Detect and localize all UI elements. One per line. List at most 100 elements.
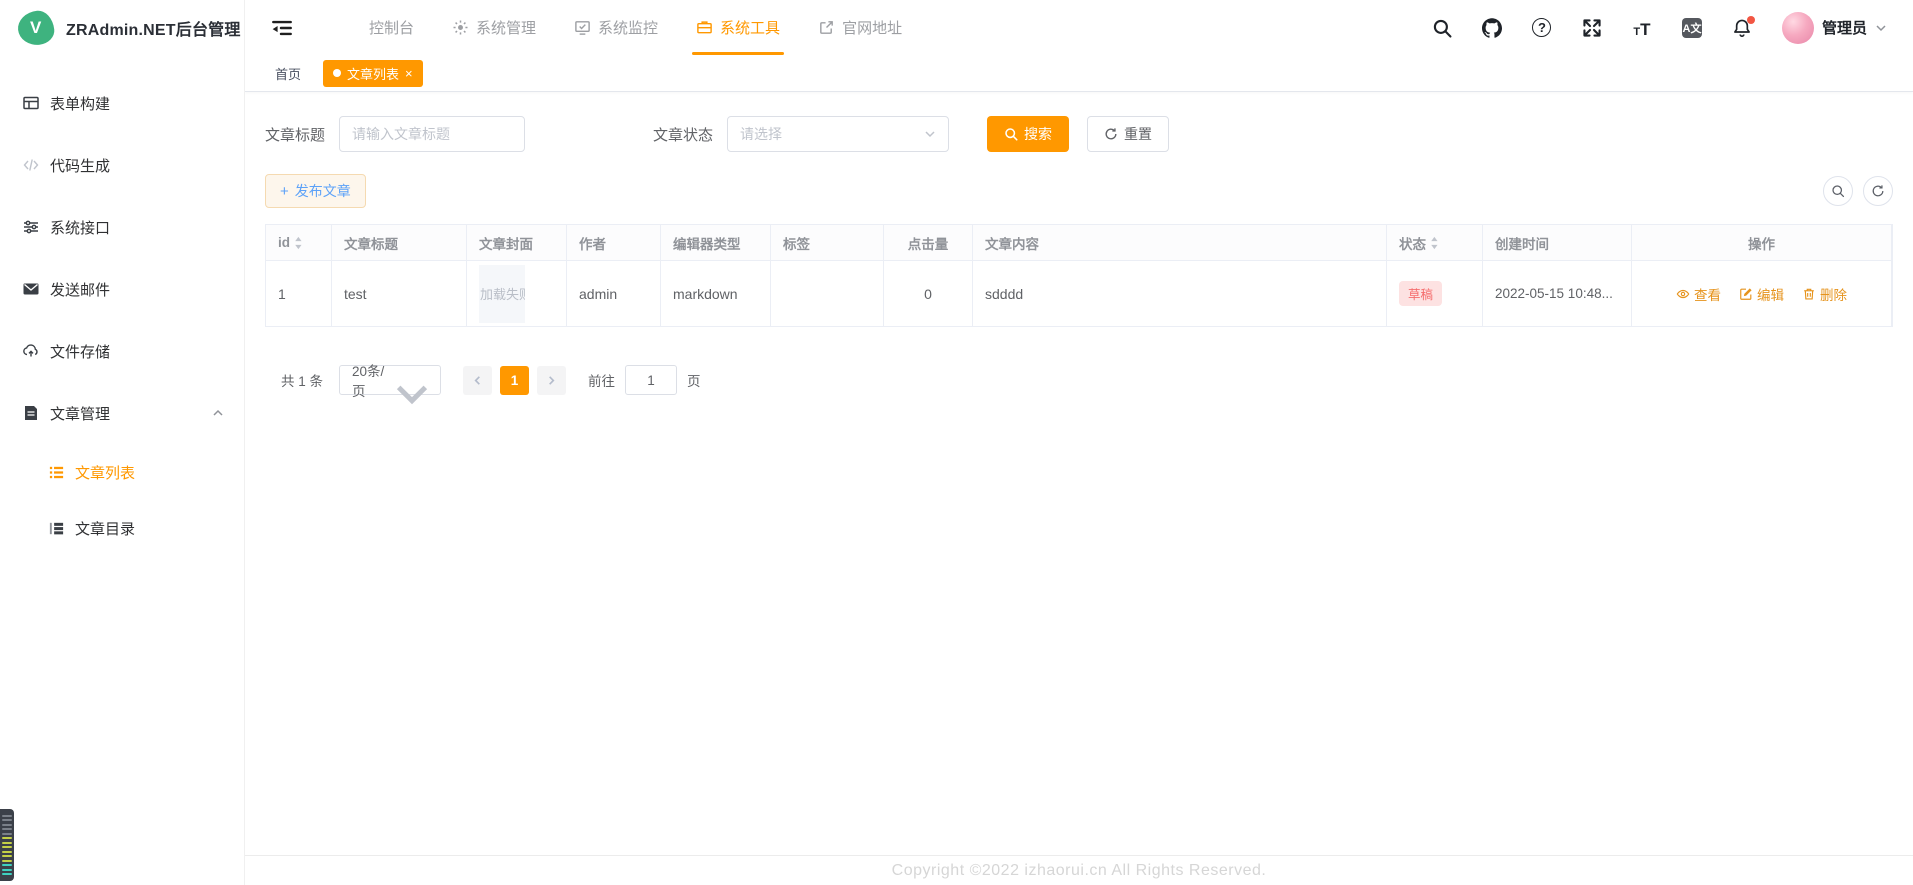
top-nav-tabs: 控制台 系统管理 系统监控: [355, 0, 916, 55]
reset-button[interactable]: 重置: [1087, 116, 1169, 152]
sidebar-item-label: 文件存储: [50, 341, 110, 362]
trash-icon: [1802, 287, 1816, 301]
tag-dot: [333, 69, 341, 77]
search-button[interactable]: 搜索: [987, 116, 1069, 152]
col-header-id[interactable]: id: [266, 225, 332, 261]
show-search-toggle-button[interactable]: [1823, 176, 1853, 206]
sidebar-item-form-builder[interactable]: 表单构建: [0, 72, 244, 134]
sidebar-collapse-icon[interactable]: [271, 17, 293, 39]
col-header-editor-type: 编辑器类型: [661, 225, 771, 261]
translate-icon[interactable]: A文: [1682, 18, 1702, 38]
avatar: [1782, 12, 1814, 44]
chevron-up-icon: [212, 407, 224, 419]
gear-icon: [452, 19, 469, 36]
article-status-select[interactable]: 请选择: [727, 116, 949, 152]
bell-icon[interactable]: [1732, 18, 1752, 38]
tag-close-icon[interactable]: ×: [405, 67, 413, 80]
fullscreen-icon[interactable]: [1582, 18, 1602, 38]
refresh-icon: [1104, 127, 1118, 141]
notification-badge: [1747, 16, 1755, 24]
tab-label: 官网地址: [842, 17, 902, 38]
goto-page-input[interactable]: [625, 365, 677, 395]
col-header-actions: 操作: [1632, 225, 1892, 261]
table-tools: [1823, 176, 1893, 206]
tab-system-tools[interactable]: 系统工具: [682, 0, 794, 55]
sliders-icon: [22, 218, 40, 236]
main-column: 控制台 系统管理 系统监控: [245, 0, 1913, 885]
sidebar-subitem-article-catalog[interactable]: 文章目录: [0, 500, 244, 556]
dev-tools-widget[interactable]: [0, 809, 14, 881]
tab-official-site[interactable]: 官网地址: [804, 0, 916, 55]
tag-article-list[interactable]: 文章列表 ×: [323, 60, 423, 87]
tab-label: 系统管理: [476, 17, 536, 38]
prev-page-button[interactable]: [463, 366, 492, 395]
code-icon: [22, 156, 40, 174]
sidebar-item-label: 表单构建: [50, 93, 110, 114]
edit-button[interactable]: 编辑: [1739, 284, 1784, 304]
username: 管理员: [1822, 17, 1867, 38]
copyright-text: Copyright ©2022 izhaorui.cn All Rights R…: [892, 862, 1267, 880]
search-icon[interactable]: [1432, 18, 1452, 38]
pagination-total: 共 1 条: [281, 370, 323, 390]
sidebar-menu: 表单构建 代码生成 系统接口 发送邮件: [0, 56, 244, 556]
cell-created-at: 2022-05-15 10:48...: [1483, 261, 1632, 327]
view-button[interactable]: 查看: [1676, 284, 1721, 304]
table-header-row: id 文章标题 文章封面 作者 编辑器类型 标签 点击量 文章内容 状态: [266, 225, 1892, 261]
logo-row[interactable]: V ZRAdmin.NET后台管理: [0, 0, 244, 56]
publish-article-button[interactable]: + 发布文章: [265, 174, 366, 208]
page-number-button[interactable]: 1: [500, 366, 529, 395]
col-header-created-at: 创建时间: [1483, 225, 1632, 261]
sidebar-item-label: 文章管理: [50, 403, 110, 424]
article-title-input[interactable]: [339, 116, 525, 152]
pagination-jumper: 前往 页: [588, 365, 701, 395]
next-page-button[interactable]: [537, 366, 566, 395]
app-logo: V: [16, 9, 55, 47]
cell-title: test: [332, 261, 467, 327]
col-header-title: 文章标题: [332, 225, 467, 261]
page-content: 文章标题 文章状态 请选择 搜索: [245, 92, 1913, 855]
sidebar-item-article-management[interactable]: 文章管理: [0, 382, 244, 444]
page-size-select[interactable]: 20条/页: [339, 365, 441, 395]
col-header-cover: 文章封面: [467, 225, 567, 261]
app-title: ZRAdmin.NET后台管理: [66, 16, 241, 40]
github-icon[interactable]: [1482, 18, 1502, 38]
tag-home[interactable]: 首页: [265, 60, 311, 87]
sidebar-item-label: 发送邮件: [50, 279, 110, 300]
cell-status: 草稿: [1387, 261, 1483, 327]
cell-content: sdddd: [973, 261, 1387, 327]
sidebar-subitem-article-list[interactable]: 文章列表: [0, 444, 244, 500]
user-menu[interactable]: 管理员: [1782, 12, 1887, 44]
sidebar-item-system-api[interactable]: 系统接口: [0, 196, 244, 258]
top-navbar: 控制台 系统管理 系统监控: [245, 0, 1913, 55]
sort-icon[interactable]: [1430, 236, 1441, 250]
status-badge: 草稿: [1399, 281, 1442, 306]
plus-icon: +: [280, 183, 289, 200]
sidebar-item-file-storage[interactable]: 文件存储: [0, 320, 244, 382]
app-root: V ZRAdmin.NET后台管理 表单构建 代码生成 系统: [0, 0, 1913, 885]
sidebar-item-label: 系统接口: [50, 217, 110, 238]
font-size-icon[interactable]: TT: [1632, 18, 1652, 38]
tab-label: 系统监控: [598, 17, 658, 38]
article-title-label: 文章标题: [265, 124, 325, 145]
publish-button-label: 发布文章: [295, 181, 351, 201]
cell-tag: [771, 261, 884, 327]
filter-form: 文章标题 文章状态 请选择 搜索: [265, 116, 1893, 152]
delete-button[interactable]: 删除: [1802, 284, 1847, 304]
tab-console[interactable]: 控制台: [355, 0, 428, 55]
sidebar-item-send-mail[interactable]: 发送邮件: [0, 258, 244, 320]
sidebar-item-label: 代码生成: [50, 155, 110, 176]
edit-icon: [1739, 287, 1753, 301]
help-icon[interactable]: ?: [1532, 18, 1552, 38]
sort-icon[interactable]: [294, 236, 305, 250]
refresh-table-button[interactable]: [1863, 176, 1893, 206]
tab-system-monitor[interactable]: 系统监控: [560, 0, 672, 55]
chevron-down-icon: [924, 128, 936, 140]
logo-letter: V: [30, 18, 41, 38]
reset-button-label: 重置: [1124, 124, 1152, 144]
col-header-status[interactable]: 状态: [1387, 225, 1483, 261]
col-header-clicks: 点击量: [884, 225, 973, 261]
chevron-down-icon: [392, 374, 432, 386]
sidebar-item-code-gen[interactable]: 代码生成: [0, 134, 244, 196]
cloud-upload-icon: [22, 342, 40, 360]
tab-system-management[interactable]: 系统管理: [438, 0, 550, 55]
